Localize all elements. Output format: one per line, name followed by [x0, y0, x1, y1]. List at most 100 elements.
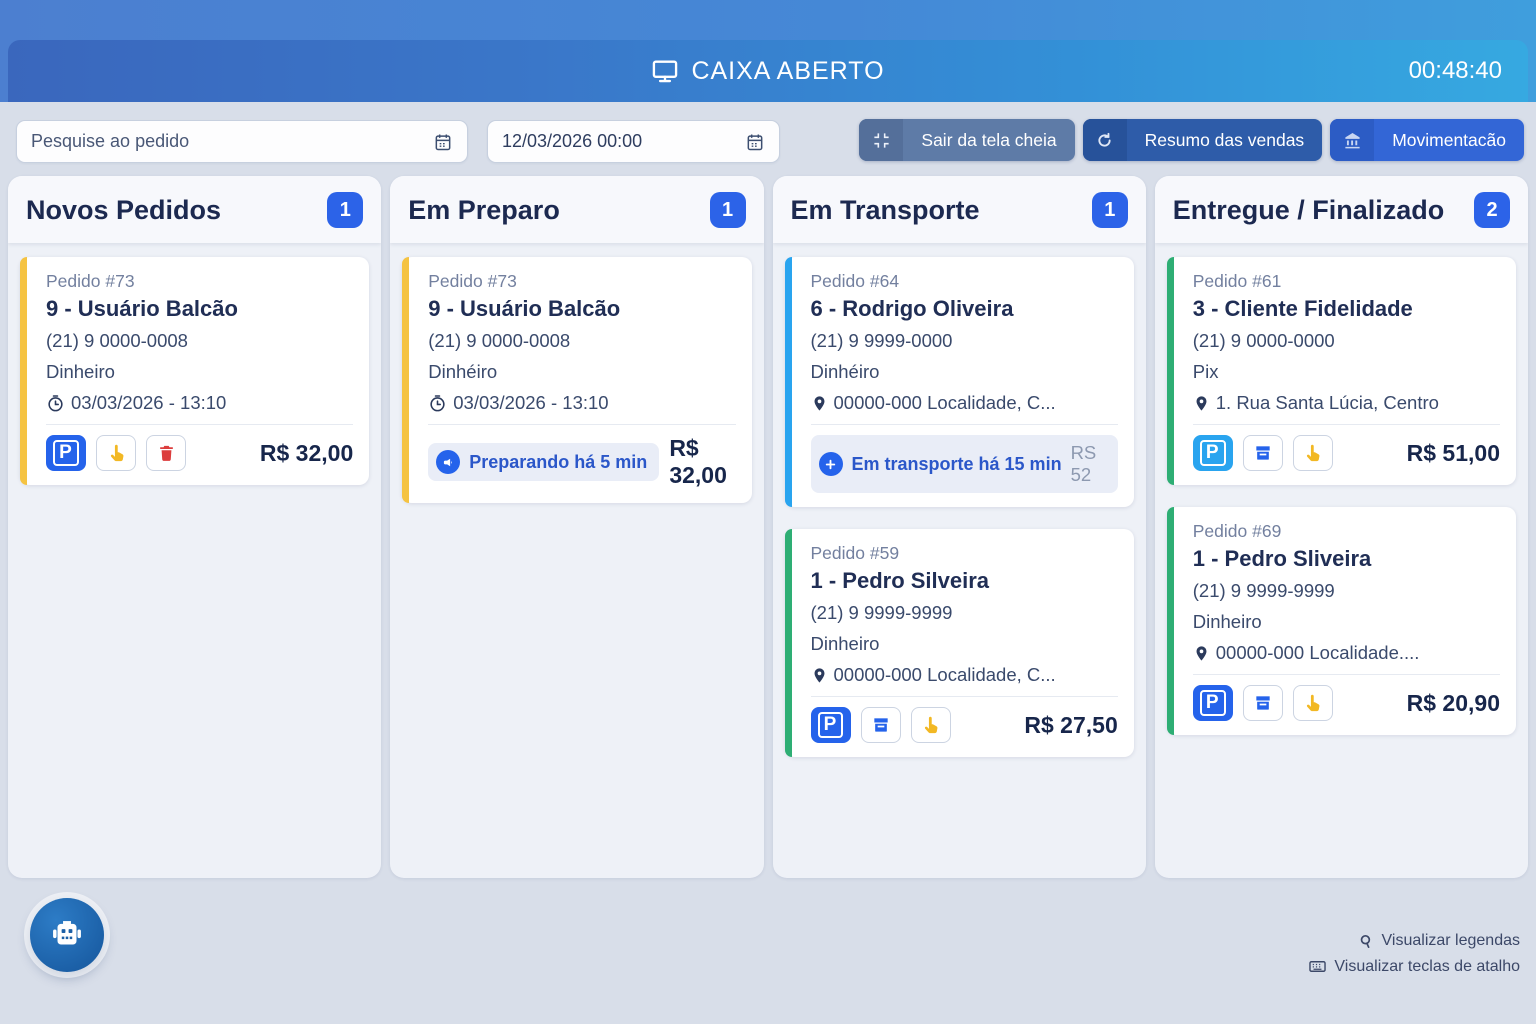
clock-icon: [46, 394, 65, 413]
customer-phone: (21) 9 0000-0008: [428, 330, 735, 352]
order-total: R$ 27,50: [1024, 712, 1117, 739]
column-count-badge: 1: [710, 192, 746, 228]
receipt-button[interactable]: [1243, 685, 1283, 721]
print-button[interactable]: P: [811, 707, 851, 743]
search-icon: [1358, 933, 1375, 950]
kanban-board: Novos Pedidos1Pedido #739 - Usuário Balc…: [8, 176, 1528, 878]
order-card[interactable]: Pedido #59 1 - Pedro Silveira (21) 9 9999-…: [785, 529, 1134, 757]
customer-name: 1 - Pedro Sliveira: [1193, 546, 1500, 572]
megaphone-icon: [436, 450, 460, 474]
receipt-button[interactable]: [861, 707, 901, 743]
column-entregue-finalizado: Entregue / Finalizado2Pedido #613 - Clie…: [1155, 176, 1528, 878]
order-number: Pedido #69: [1193, 521, 1500, 542]
order-number: Pedido #64: [811, 271, 1118, 292]
card-divider: [428, 424, 735, 425]
card-footer: Em transporte há 15 minRS 52: [811, 435, 1118, 493]
view-legends-link[interactable]: Visualizar legendas: [1358, 932, 1520, 950]
order-total: R$ 20,90: [1407, 690, 1500, 717]
sales-summary-button[interactable]: Resumo das vendas: [1083, 119, 1323, 161]
column-header: Em Transporte1: [773, 176, 1146, 243]
page-title-text: CAIXA ABERTO: [691, 57, 884, 86]
card-accent-stripe: [402, 257, 409, 503]
hand-icon: [1302, 693, 1323, 714]
customer-name: 9 - Usuário Balcão: [46, 296, 353, 322]
archive-icon: [1253, 693, 1273, 713]
column-title: Entregue / Finalizado: [1173, 195, 1445, 226]
column-header: Novos Pedidos1: [8, 176, 381, 243]
column-novos-pedidos: Novos Pedidos1 Pedido #73 9 - Usuário Balc…: [8, 176, 381, 878]
p-icon: P: [1200, 690, 1226, 716]
order-address-text: 00000-000 Localidade....: [1216, 642, 1420, 664]
column-count-badge: 1: [327, 192, 363, 228]
card-divider: [811, 424, 1118, 425]
order-datetime: 03/03/2026 - 13:10: [428, 392, 735, 414]
sync-icon: [1083, 119, 1127, 161]
column-header: Em Preparo 1: [390, 176, 763, 243]
order-card[interactable]: Pedido #613 - Cliente Fidelidade(21) 9 0…: [1167, 257, 1516, 485]
order-card[interactable]: Pedido #691 - Pedro Sliveira(21) 9 9999-…: [1167, 507, 1516, 735]
hand-button[interactable]: [96, 435, 136, 471]
customer-name: 9 - Usuário Balcão: [428, 296, 735, 322]
card-footer: P R$ 27,50: [811, 707, 1118, 743]
hand-icon: [920, 715, 941, 736]
location-pin-icon: [811, 666, 828, 685]
date-field: [487, 120, 780, 163]
customer-name: 6 - Rodrigo Oliveira: [811, 296, 1118, 322]
search-input[interactable]: [31, 131, 425, 152]
card-footer: P R$ 20,90: [1193, 685, 1500, 721]
delete-button[interactable]: [146, 435, 186, 471]
assistant-fab-button[interactable]: [30, 898, 104, 972]
button-label: Movimentacão: [1374, 119, 1524, 161]
movement-button[interactable]: Movimentacão: [1330, 119, 1524, 161]
order-card[interactable]: Pedido #646 - Rodrigo Oliveira(21) 9 999…: [785, 257, 1134, 507]
p-icon: P: [818, 712, 844, 738]
hand-button[interactable]: [911, 707, 951, 743]
exit-fullscreen-button[interactable]: Sair da tela cheia: [859, 119, 1074, 161]
customer-name: 1 - Pedro Silveira: [811, 568, 1118, 594]
order-number: Pedido #61: [1193, 271, 1500, 292]
card-divider: [1193, 424, 1500, 425]
receipt-button[interactable]: [1243, 435, 1283, 471]
hand-button[interactable]: [1293, 435, 1333, 471]
session-timer: 00:48:40: [1409, 40, 1502, 102]
payment-method: Dinheiro: [1193, 611, 1500, 633]
order-total: R$ 51,00: [1407, 440, 1500, 467]
link-label: Visualizar legendas: [1382, 932, 1520, 950]
view-shortcuts-link[interactable]: Visualizar teclas de atalho: [1308, 957, 1520, 976]
card-divider: [46, 424, 353, 425]
order-total: R$ 32,00: [260, 440, 353, 467]
p-icon: P: [1200, 440, 1226, 466]
calendar-icon[interactable]: [745, 132, 765, 152]
status-text: Em transporte há 15 min: [852, 454, 1062, 475]
column-body: Pedido #739 - Usuário Balcão(21) 9 0000-…: [390, 243, 763, 878]
order-datetime-text: 03/03/2026 - 13:10: [71, 392, 226, 414]
print-button[interactable]: P: [1193, 435, 1233, 471]
order-address: 00000-000 Localidade....: [1193, 642, 1500, 664]
customer-phone: (21) 9 0000-0000: [1193, 330, 1500, 352]
column-title: Em Transporte: [791, 195, 980, 226]
card-divider: [1193, 674, 1500, 675]
order-address: 1. Rua Santa Lúcia, Centro: [1193, 392, 1500, 414]
print-button[interactable]: P: [46, 435, 86, 471]
calendar-icon[interactable]: [433, 132, 453, 152]
card-footer: P R$ 51,00: [1193, 435, 1500, 471]
status-badge: Em transporte há 15 minRS 52: [811, 435, 1118, 493]
archive-icon: [871, 715, 891, 735]
order-number: Pedido #59: [811, 543, 1118, 564]
column-title: Em Preparo: [408, 195, 560, 226]
payment-method: Pix: [1193, 361, 1500, 383]
robot-icon: [48, 916, 86, 954]
column-body: Pedido #613 - Cliente Fidelidade(21) 9 0…: [1155, 243, 1528, 878]
order-datetime: 03/03/2026 - 13:10: [46, 392, 353, 414]
order-number: Pedido #73: [46, 271, 353, 292]
customer-phone: (21) 9 9999-9999: [811, 602, 1118, 624]
hand-button[interactable]: [1293, 685, 1333, 721]
header-bar: CAIXA ABERTO 00:48:40: [8, 40, 1528, 102]
order-card[interactable]: Pedido #739 - Usuário Balcão(21) 9 0000-…: [20, 257, 369, 485]
order-card[interactable]: Pedido #739 - Usuário Balcão(21) 9 0000-…: [402, 257, 751, 503]
footer-links: Visualizar legendas Visualizar teclas de…: [1308, 932, 1520, 976]
print-button[interactable]: P: [1193, 685, 1233, 721]
status-badge: Preparando há 5 min: [428, 443, 659, 481]
date-input[interactable]: [502, 131, 737, 152]
order-address-text: 00000-000 Localidade, C...: [834, 392, 1056, 414]
